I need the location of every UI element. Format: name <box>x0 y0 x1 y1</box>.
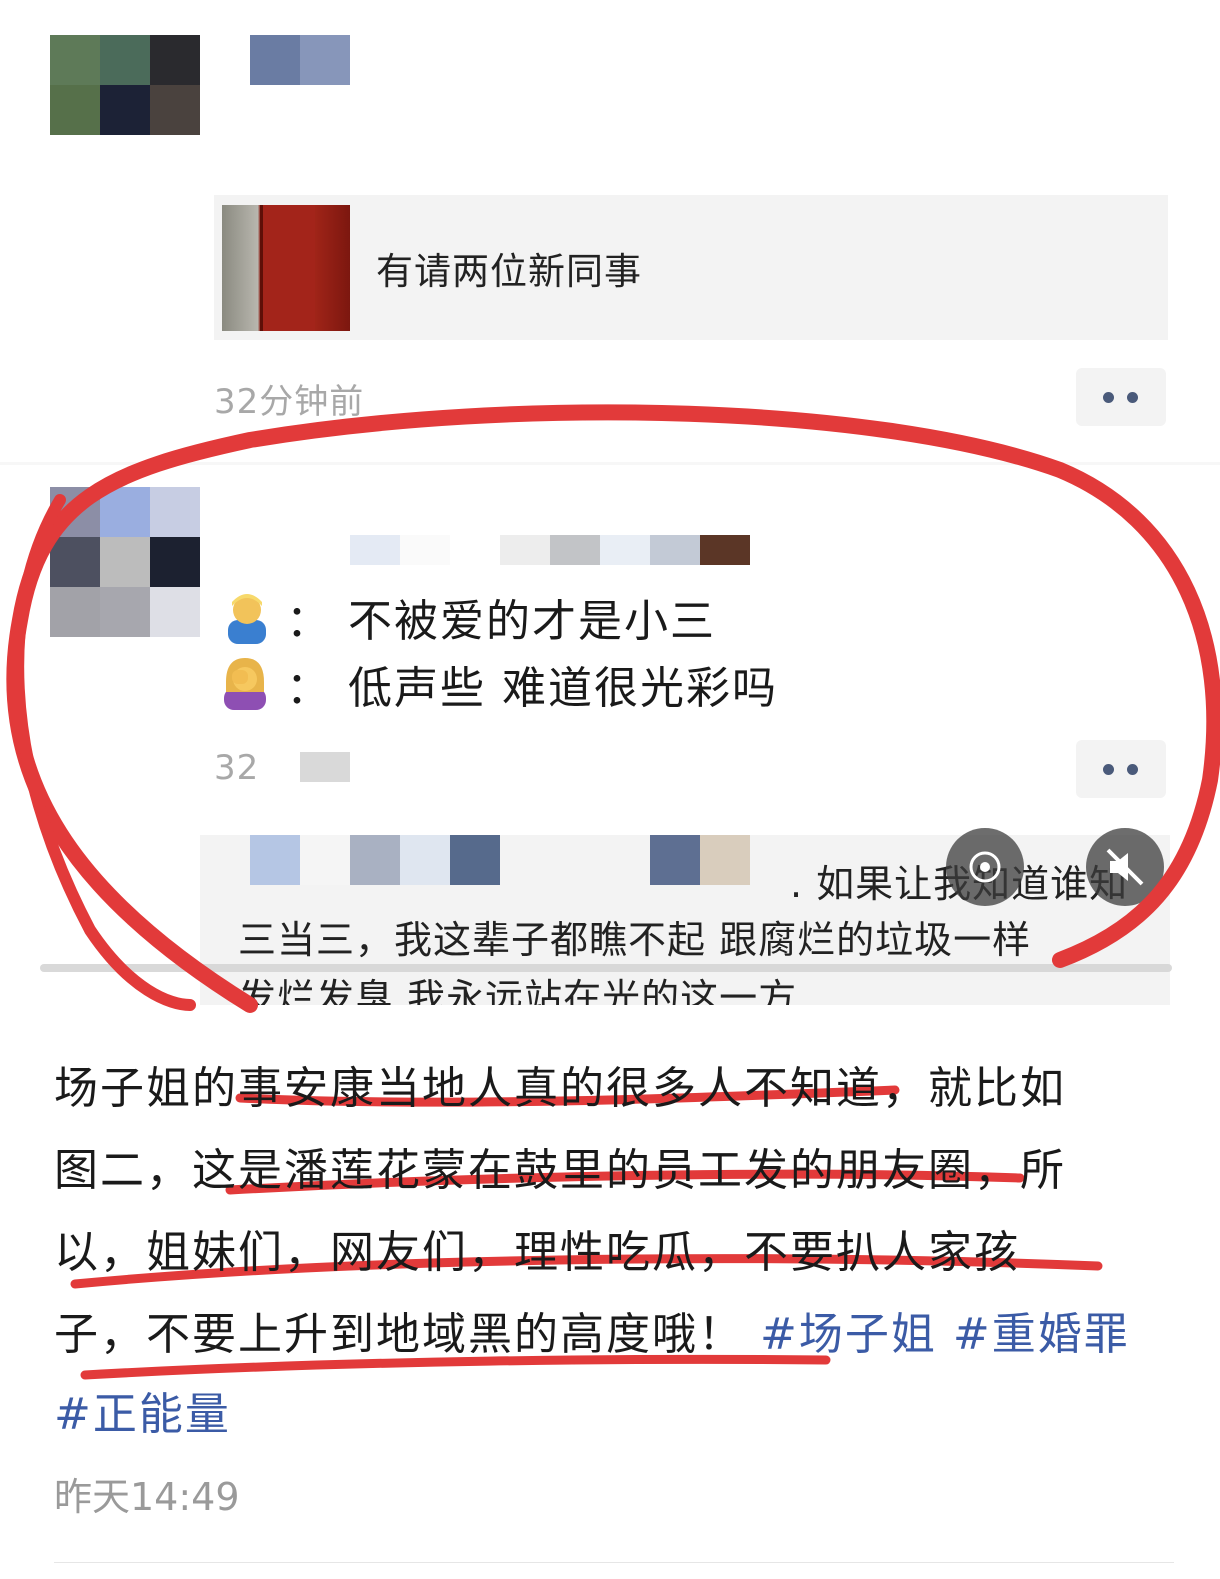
divider <box>54 1562 1174 1563</box>
hashtag-link[interactable]: #正能量 <box>54 1389 231 1440</box>
caption-line-2: 图二，这是潘莲花蒙在鼓里的员工发的朋友圈，所 <box>54 1145 1066 1196</box>
caption-line-5: #正能量 <box>54 1378 231 1442</box>
annotation-ellipse-stroke-2 <box>12 494 196 1011</box>
hashtag-link[interactable]: #重婚罪 <box>953 1309 1130 1360</box>
annotation-ellipse <box>6 404 1220 1013</box>
caption-line-3: 以，姐妹们，网友们，理性吃瓜，不要扒人家孩 <box>54 1227 1020 1278</box>
post-timestamp: 昨天14:49 <box>54 1475 240 1519</box>
caption-line-1: 场子姐的事安康当地人真的很多人不知道，就比如 <box>54 1063 1066 1114</box>
caption-text: 子，不要上升到地域黑的高度哦！ <box>54 1309 744 1360</box>
caption-line-4: 子，不要上升到地域黑的高度哦！ #场子姐 #重婚罪 <box>54 1298 1130 1362</box>
hashtag-link[interactable]: #场子姐 <box>760 1309 937 1360</box>
